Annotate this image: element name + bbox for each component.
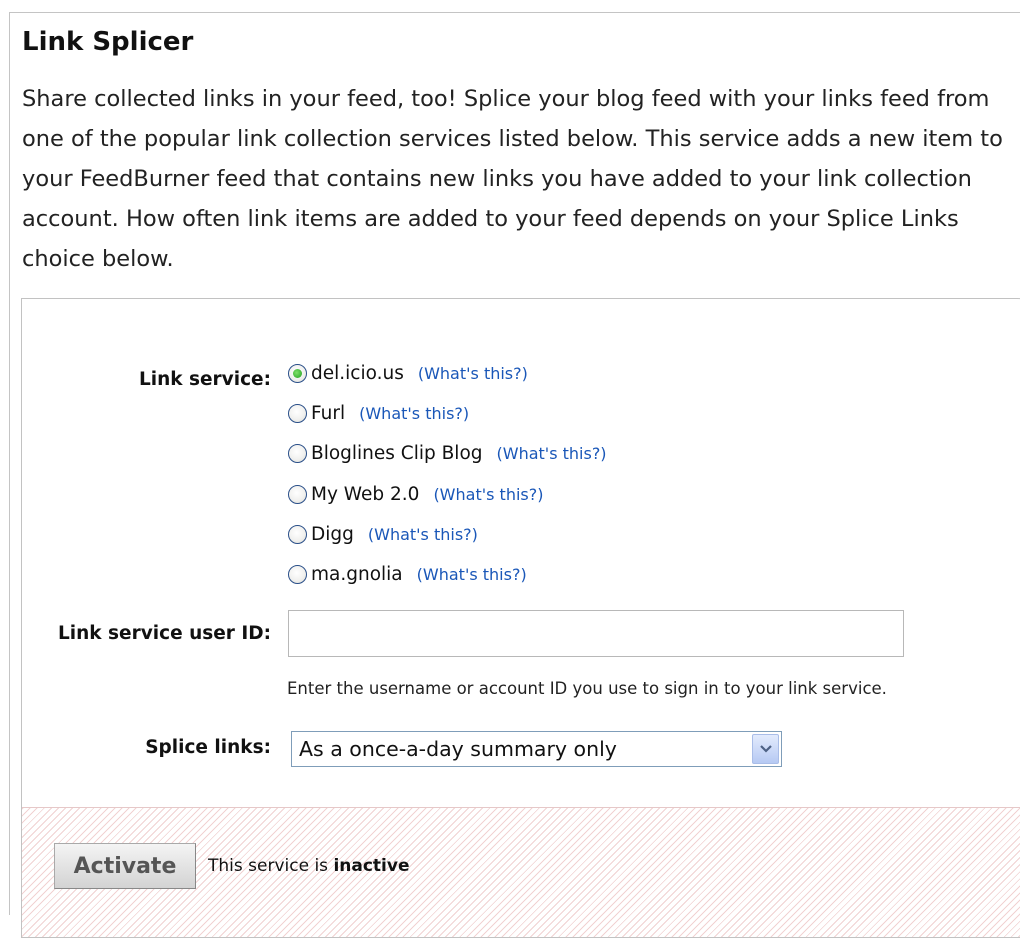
service-option-furl[interactable]: Furl (What's this?) xyxy=(288,400,469,426)
service-option-label: ma.gnolia xyxy=(311,563,403,585)
dropdown-arrow-button[interactable] xyxy=(752,734,779,764)
splice-links-select[interactable]: As a once-a-day summary only xyxy=(291,731,782,767)
radio-button[interactable] xyxy=(288,484,307,504)
radio-button-selected[interactable] xyxy=(288,363,307,383)
settings-panel: Link service: del.icio.us (What's this?)… xyxy=(21,298,1020,938)
whats-this-link[interactable]: (What's this?) xyxy=(497,444,607,463)
service-option-bloglines[interactable]: Bloglines Clip Blog (What's this?) xyxy=(288,440,607,466)
service-option-myweb[interactable]: My Web 2.0 (What's this?) xyxy=(288,481,543,507)
service-option-label: My Web 2.0 xyxy=(311,483,420,505)
splice-links-value: As a once-a-day summary only xyxy=(299,737,617,761)
user-id-label: Link service user ID: xyxy=(57,623,271,644)
radio-button[interactable] xyxy=(288,403,307,423)
status-value: inactive xyxy=(333,856,410,876)
page-title: Link Splicer xyxy=(22,27,194,57)
whats-this-link[interactable]: (What's this?) xyxy=(418,364,528,383)
service-option-label: Digg xyxy=(311,523,354,545)
service-description: Share collected links in your feed, too!… xyxy=(22,86,1003,272)
service-option-digg[interactable]: Digg (What's this?) xyxy=(288,521,478,547)
radio-button[interactable] xyxy=(288,524,307,544)
whats-this-link[interactable]: (What's this?) xyxy=(368,525,478,544)
splice-links-label: Splice links: xyxy=(145,737,271,758)
service-status: This service is inactive xyxy=(208,856,409,876)
whats-this-link[interactable]: (What's this?) xyxy=(433,485,543,504)
service-option-label: Bloglines Clip Blog xyxy=(311,442,483,464)
service-option-label: del.icio.us xyxy=(311,362,404,384)
user-id-input[interactable] xyxy=(288,610,904,657)
status-text: This service is xyxy=(208,856,334,876)
activation-footer: Activate This service is inactive xyxy=(22,807,1020,937)
link-service-label: Link service: xyxy=(138,369,271,390)
whats-this-link[interactable]: (What's this?) xyxy=(417,565,527,584)
whats-this-link[interactable]: (What's this?) xyxy=(359,404,469,423)
radio-button[interactable] xyxy=(288,564,307,584)
service-option-magnolia[interactable]: ma.gnolia (What's this?) xyxy=(288,561,527,587)
user-id-hint: Enter the username or account ID you use… xyxy=(287,679,887,698)
service-option-delicious[interactable]: del.icio.us (What's this?) xyxy=(288,360,528,386)
chevron-down-icon xyxy=(759,745,772,753)
service-option-label: Furl xyxy=(311,402,346,424)
radio-button[interactable] xyxy=(288,443,307,463)
activate-button[interactable]: Activate xyxy=(54,843,196,889)
